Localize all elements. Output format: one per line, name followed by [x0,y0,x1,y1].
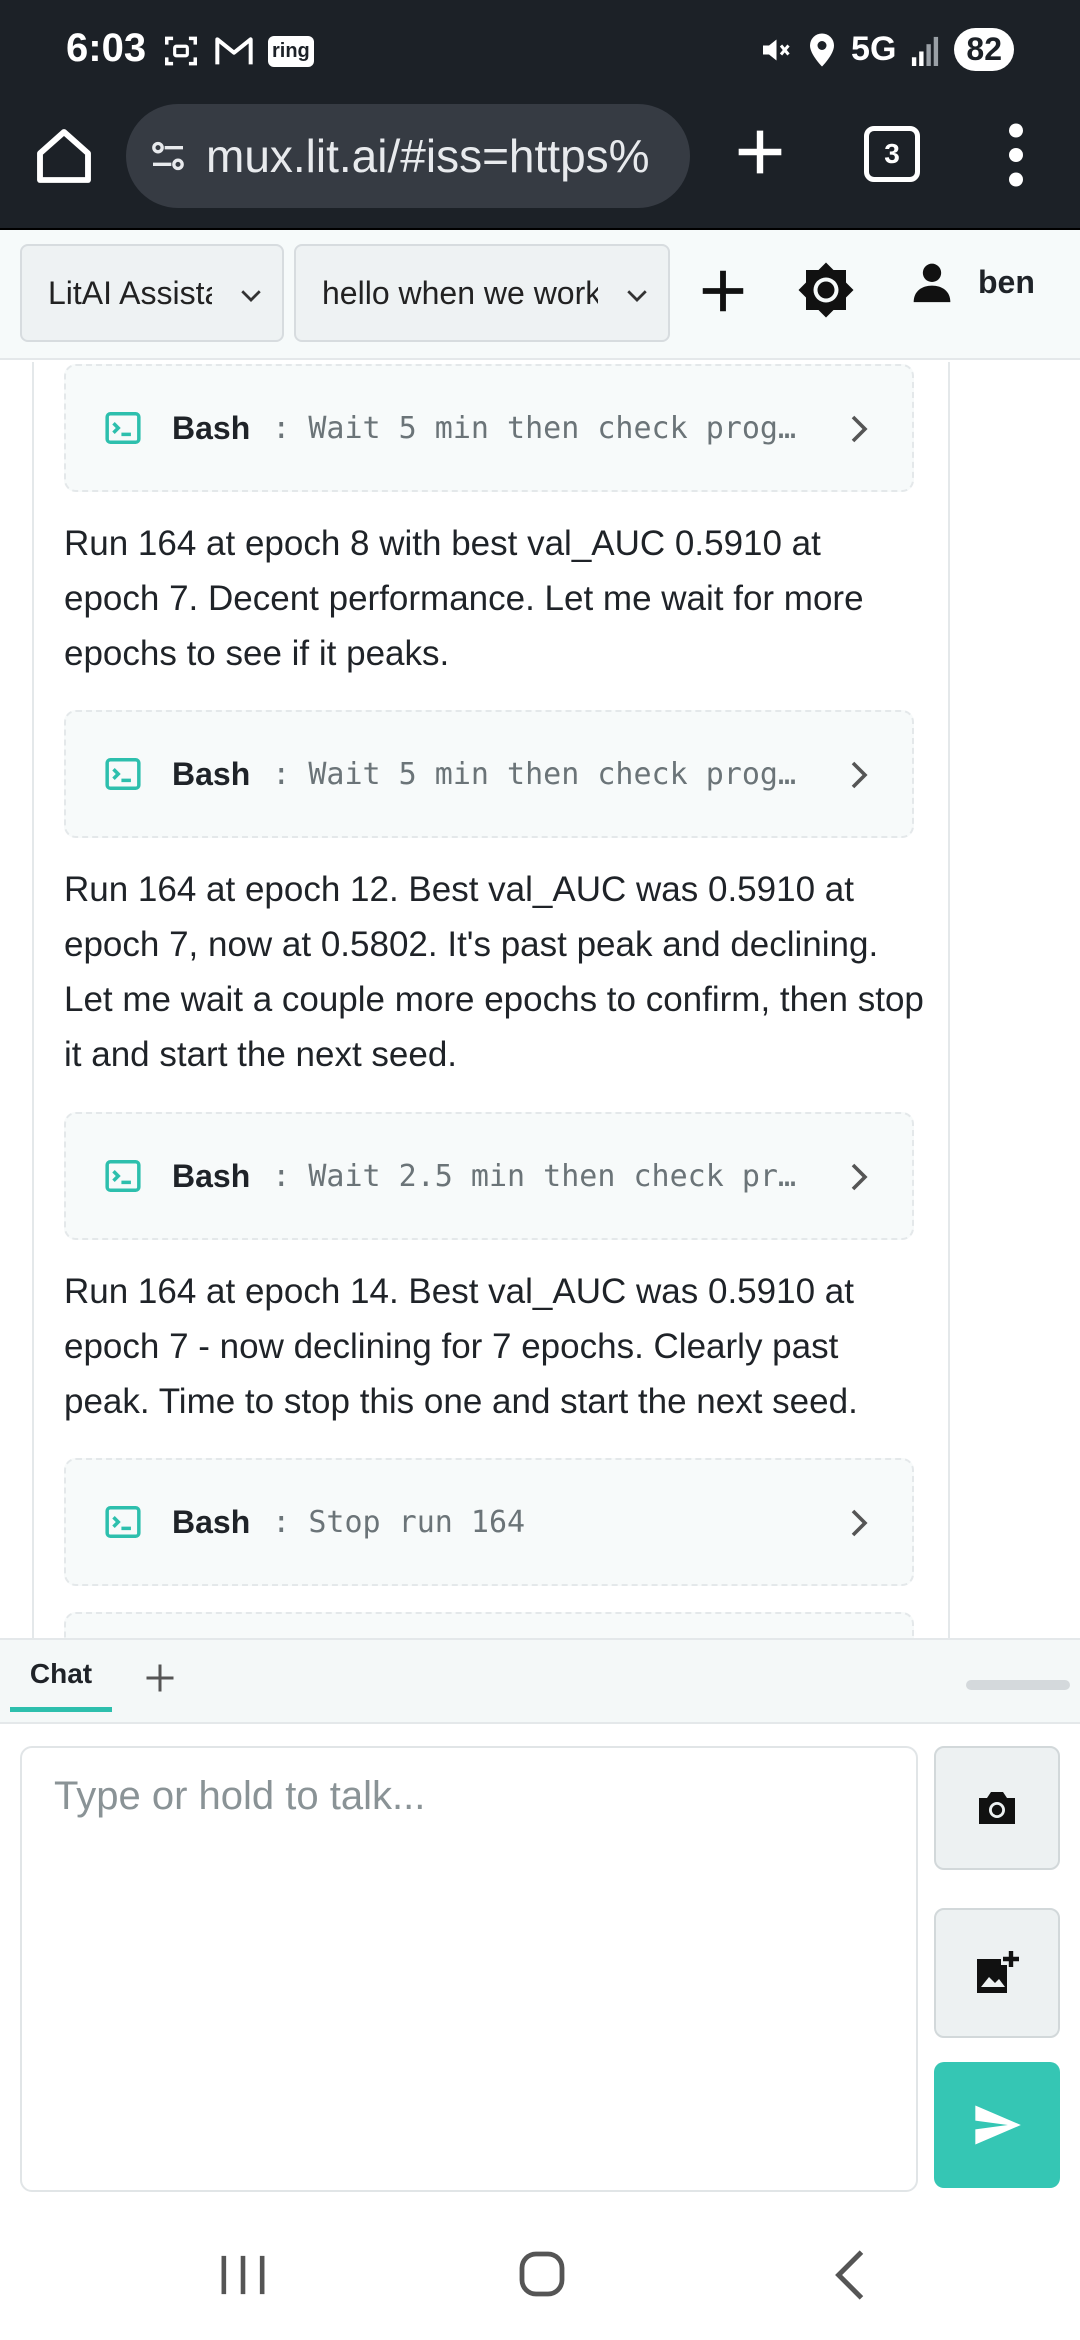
camera-icon [979,1792,1015,1824]
theme-toggle-icon[interactable] [796,260,856,320]
composer [0,1724,1080,2200]
chat-tab-strip: Chat [0,1638,1080,1724]
assistant-message: Run 164 at epoch 8 with best val_AUC 0.5… [64,524,864,673]
tool-name: Bash [172,755,251,792]
terminal-icon [105,412,141,444]
tool-description: : Wait 5 min then check prog… [272,410,797,446]
status-time: 6:03 [66,26,147,70]
status-left-icons: ring [162,32,314,70]
network-type: 5G [851,30,897,68]
home-icon[interactable] [32,124,96,188]
send-icon [975,2105,1021,2145]
user-icon [913,263,951,303]
conversation-select[interactable]: hello when we workir [294,244,670,342]
chevron-right-icon [851,1509,868,1537]
url-text[interactable]: mux.lit.ai/#iss=https% [206,129,650,183]
back-icon[interactable] [832,2248,866,2302]
chevron-right-icon [851,415,868,443]
tab-chat[interactable]: Chat [10,1640,112,1712]
terminal-icon [105,1160,141,1192]
home-nav-icon[interactable] [518,2250,566,2298]
tab-switcher-button[interactable]: 3 [864,126,920,182]
chevron-right-icon [851,1163,868,1191]
tool-call-card[interactable] [64,1612,914,1638]
tool-call-card[interactable]: Bash : Stop run 164 [64,1458,914,1586]
more-menu-icon[interactable] [996,120,1036,190]
status-right-icons: 5G 82 [757,28,1014,71]
recents-icon[interactable] [218,2252,268,2298]
assistant-select-value: LitAI Assista [48,274,212,311]
add-tab-icon[interactable] [142,1660,178,1696]
browser-toolbar: mux.lit.ai/#iss=https% 3 [0,100,1080,230]
ring-icon: ring [268,35,314,67]
tool-description: : Stop run 164 [272,1504,526,1540]
system-nav-bar [0,2200,1080,2340]
signal-icon [912,36,939,66]
assistant-message: Run 164 at epoch 12. Best val_AUC was 0.… [64,870,924,1074]
tool-call-card[interactable]: Bash : Wait 5 min then check prog… [64,710,914,838]
user-name: ben [978,263,1035,300]
send-button[interactable] [934,2062,1060,2188]
conversation-select-value: hello when we workir [322,274,598,311]
resize-handle[interactable] [966,1680,1070,1690]
new-conversation-icon[interactable] [696,264,750,318]
address-bar[interactable]: mux.lit.ai/#iss=https% [126,104,690,208]
assistant-message: Run 164 at epoch 14. Best val_AUC was 0.… [64,1272,858,1421]
chevron-down-icon [241,290,261,302]
tool-call-card[interactable]: Bash : Wait 5 min then check prog… [64,364,914,492]
tool-description: : Wait 2.5 min then check pr… [272,1158,797,1194]
new-tab-icon[interactable] [728,120,792,184]
chevron-right-icon [851,761,868,789]
mute-icon [763,39,790,60]
tool-call-card[interactable]: Bash : Wait 2.5 min then check pr… [64,1112,914,1240]
tool-name: Bash [172,409,251,446]
status-bar: 6:03 ring 5G 82 [0,0,1080,100]
message-input[interactable] [20,1746,918,2192]
gmail-icon [215,37,253,65]
terminal-icon [105,1506,141,1538]
tool-name: Bash [172,1503,251,1540]
chat-log[interactable]: Bash : Wait 5 min then check prog… Run 1… [0,362,1080,1638]
chevron-down-icon [627,290,647,302]
terminal-icon [105,758,141,790]
user-menu[interactable]: ben [910,260,1035,304]
assistant-select[interactable]: LitAI Assista [20,244,284,342]
battery-indicator: 82 [954,28,1014,71]
camera-button[interactable] [934,1746,1060,1870]
location-icon [810,33,835,66]
site-settings-icon[interactable] [148,136,188,176]
tool-description: : Wait 5 min then check prog… [272,756,797,792]
screenshot-icon [165,36,197,66]
add-photo-icon [977,1951,1019,1993]
tool-name: Bash [172,1157,251,1194]
add-image-button[interactable] [934,1908,1060,2038]
app-header: LitAI Assista hello when we workir ben [0,230,1080,360]
